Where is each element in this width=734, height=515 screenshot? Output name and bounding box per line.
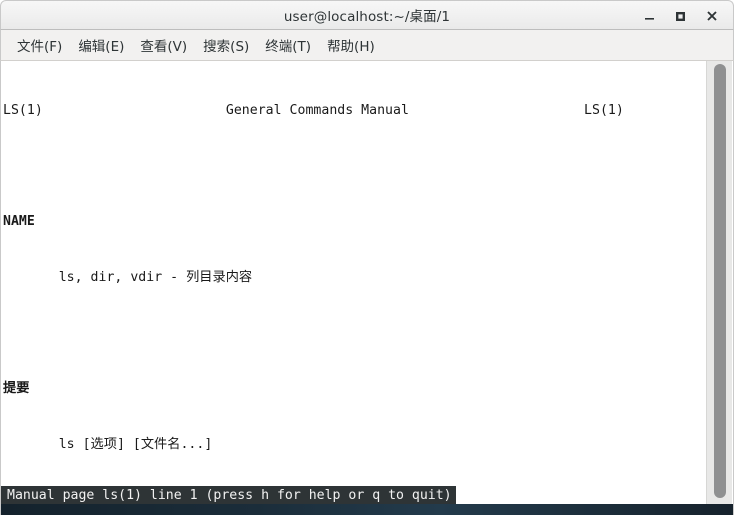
minimize-icon: [645, 17, 654, 20]
window-controls: [634, 1, 727, 31]
menu-item-view[interactable]: 查看(V): [132, 32, 195, 59]
title-bar[interactable]: user@localhost:~/桌面/1: [0, 0, 734, 30]
close-icon: [706, 11, 717, 21]
terminal-window: user@localhost:~/桌面/1 文件(F) 编辑(E) 查看(V): [0, 0, 734, 515]
menu-item-file[interactable]: 文件(F): [9, 32, 70, 59]
close-button[interactable]: [696, 3, 727, 29]
man-line: LS(1) General Commands Manual LS(1): [3, 103, 624, 119]
terminal-area[interactable]: LS(1) General Commands Manual LS(1) NAME…: [0, 61, 734, 504]
terminal-text-buffer[interactable]: LS(1) General Commands Manual LS(1) NAME…: [1, 61, 707, 504]
menu-bar: 文件(F) 编辑(E) 查看(V) 搜索(S) 终端(T) 帮助(H): [0, 30, 734, 61]
pager-status-row: Manual page ls(1) line 1 (press h for he…: [1, 484, 707, 504]
window-title: user@localhost:~/桌面/1: [283, 9, 451, 25]
maximize-icon: [676, 11, 685, 21]
man-line: [3, 158, 707, 177]
menu-item-search[interactable]: 搜索(S): [195, 32, 257, 59]
man-line: [3, 325, 707, 344]
pager-status-bar: Manual page ls(1) line 1 (press h for he…: [1, 486, 456, 504]
scrollbar-thumb[interactable]: [714, 64, 726, 498]
man-section-synopsis: 提要: [3, 381, 30, 397]
menu-item-edit[interactable]: 编辑(E): [70, 32, 132, 59]
man-section-name: NAME: [3, 214, 35, 230]
menu-item-terminal[interactable]: 终端(T): [257, 32, 319, 59]
maximize-button[interactable]: [665, 3, 696, 29]
menu-item-help[interactable]: 帮助(H): [319, 32, 383, 59]
terminal-scrollbar[interactable]: [706, 61, 732, 504]
man-line: ls, dir, vdir - 列目录内容: [3, 270, 253, 286]
minimize-button[interactable]: [634, 3, 665, 29]
man-line: ls [选项] [文件名...]: [3, 436, 213, 452]
